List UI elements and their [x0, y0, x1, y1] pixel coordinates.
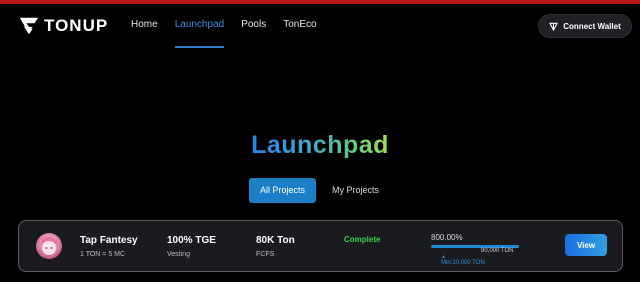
progress-cap: 80,000 TON — [481, 248, 514, 254]
brand-name: TONUP — [44, 16, 109, 35]
project-raise: 80K Ton — [256, 235, 295, 246]
main-nav: Home Launchpad Pools TonEco — [131, 4, 317, 48]
project-raise-sub: FCFS — [256, 251, 275, 258]
progress-block: 800.00% 80,000 TON ▲ Min:10,000 TON — [431, 233, 523, 266]
connect-wallet-button[interactable]: Connect Wallet — [538, 14, 632, 38]
project-avatar — [36, 233, 62, 259]
project-tge-sub: Vesting — [167, 251, 190, 258]
progress-min: Min:10,000 TON — [441, 260, 485, 266]
connect-wallet-label: Connect Wallet — [563, 21, 621, 31]
tab-my-projects[interactable]: My Projects — [321, 178, 390, 203]
project-rate: 1 TON = 5 MC — [80, 251, 126, 258]
page-title: Launchpad — [251, 131, 389, 159]
nav-toneco[interactable]: TonEco — [283, 4, 316, 48]
brand-logo[interactable]: TONUP — [18, 15, 108, 37]
status-badge: Complete — [344, 235, 381, 244]
project-tge: 100% TGE — [167, 235, 216, 246]
project-card[interactable]: Tap Fantesy 1 TON = 5 MC 100% TGE Vestin… — [18, 220, 623, 272]
header: TONUP Home Launchpad Pools TonEco Connec… — [0, 4, 640, 48]
tonup-logo-icon — [19, 17, 39, 35]
progress-percent: 800.00% — [431, 233, 463, 242]
tab-all-projects[interactable]: All Projects — [249, 178, 317, 203]
nav-launchpad[interactable]: Launchpad — [174, 4, 224, 48]
nav-pools[interactable]: Pools — [241, 4, 266, 48]
project-tabs: All Projects My Projects — [249, 178, 390, 203]
nav-home[interactable]: Home — [131, 4, 158, 48]
project-name: Tap Fantesy — [80, 235, 138, 246]
ton-diamond-icon — [549, 22, 558, 31]
view-button[interactable]: View — [565, 234, 607, 256]
